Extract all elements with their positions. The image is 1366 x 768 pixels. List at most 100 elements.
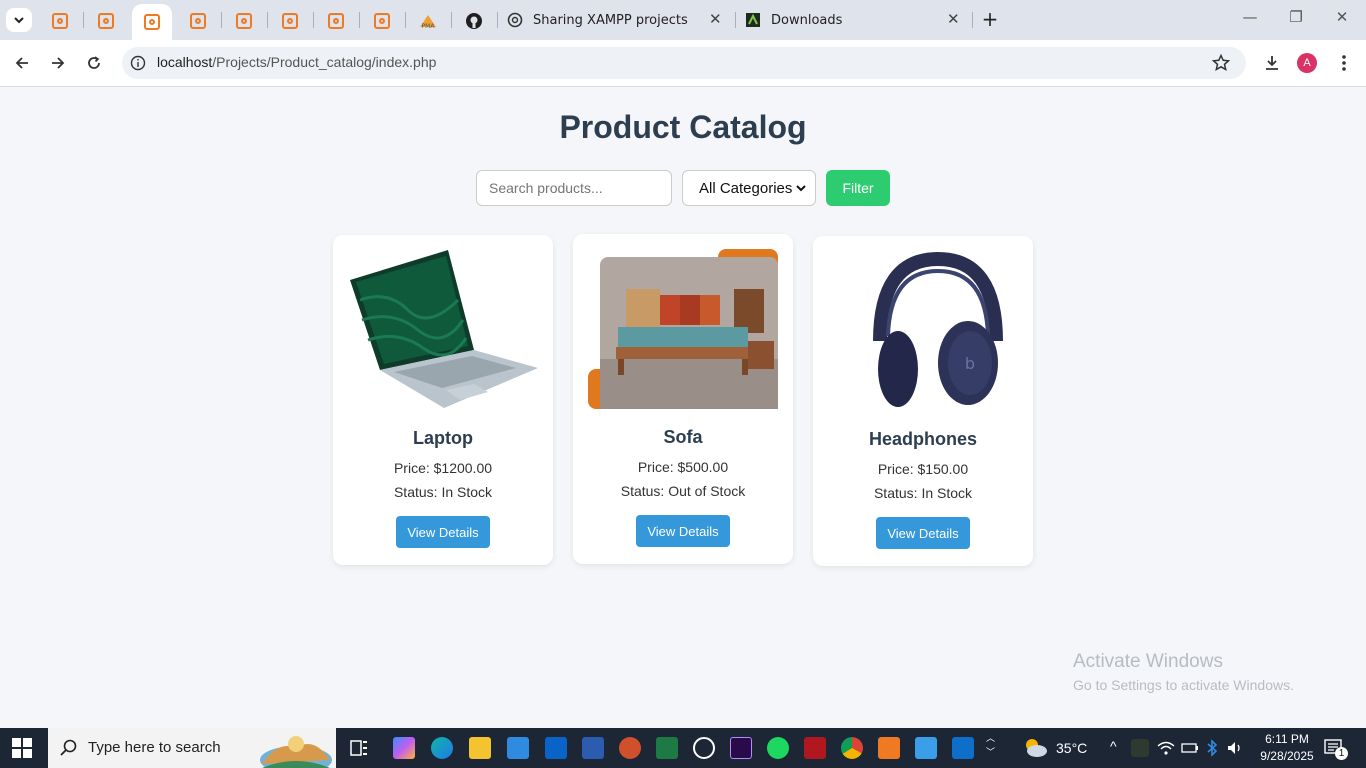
product-price: Price: $500.00	[637, 459, 729, 475]
copilot-icon[interactable]	[393, 737, 415, 759]
bluetooth-icon[interactable]	[1206, 739, 1218, 757]
pinned-tab-xampp-4[interactable]	[178, 4, 218, 38]
notification-center-button[interactable]: 1	[1324, 738, 1348, 762]
search-input[interactable]	[476, 170, 672, 206]
weather-temperature[interactable]: 35°C	[1056, 740, 1087, 756]
powerpoint-icon[interactable]	[619, 737, 641, 759]
chevron-up-icon: ︿	[986, 734, 996, 744]
category-select[interactable]: All Categories	[682, 170, 816, 206]
product-status: Status: In Stock	[393, 484, 493, 500]
file-explorer-icon[interactable]	[469, 737, 491, 759]
tab-sharing-xampp[interactable]: Sharing XAMPP projects ✕	[507, 4, 727, 36]
task-view-icon	[350, 740, 367, 756]
windows-logo-icon	[12, 738, 32, 758]
watermark-subtitle: Go to Settings to activate Windows.	[1073, 677, 1294, 693]
volume-icon[interactable]	[1226, 740, 1244, 756]
page-content: Product Catalog All Categories Filter La…	[0, 87, 1366, 728]
taskbar-scroll[interactable]: ︿ ﹀	[986, 732, 995, 760]
chrome-icon[interactable]	[841, 737, 863, 759]
xampp-icon	[282, 13, 298, 29]
bookmark-star-icon[interactable]	[1212, 54, 1230, 72]
view-details-button[interactable]: View Details	[636, 515, 730, 547]
product-status: Status: Out of Stock	[620, 483, 746, 499]
start-button[interactable]	[12, 738, 32, 762]
tab-divider	[313, 12, 314, 28]
clock-date: 9/28/2025	[1260, 749, 1314, 763]
pinned-tab-xampp-7[interactable]	[316, 4, 356, 38]
tab-downloads[interactable]: Downloads ✕	[745, 4, 965, 36]
svg-text:PMA: PMA	[422, 23, 436, 29]
pinned-tab-xampp-active[interactable]	[132, 4, 172, 40]
filezilla-icon[interactable]	[804, 737, 826, 759]
pinned-tab-xampp-6[interactable]	[270, 4, 310, 38]
new-tab-button[interactable]: +	[970, 7, 1010, 31]
photos-icon[interactable]	[915, 737, 937, 759]
view-details-button[interactable]: View Details	[876, 517, 970, 549]
edge-icon[interactable]	[431, 737, 453, 759]
battery-icon[interactable]	[1181, 741, 1199, 755]
watermark-title: Activate Windows	[1073, 651, 1223, 672]
filter-button[interactable]: Filter	[826, 170, 890, 206]
microsoft-store-icon[interactable]	[507, 737, 529, 759]
arrow-left-icon	[15, 57, 28, 69]
wifi-icon[interactable]	[1157, 740, 1175, 756]
xampp-icon	[374, 13, 390, 29]
pinned-tab-xampp-8[interactable]	[362, 4, 402, 38]
excel-icon[interactable]	[656, 737, 678, 759]
xampp-icon	[236, 13, 252, 29]
word-icon[interactable]	[582, 737, 604, 759]
vscode-icon[interactable]	[952, 737, 974, 759]
whatsapp-icon[interactable]	[693, 737, 715, 759]
close-window-button[interactable]: ✕	[1322, 8, 1362, 26]
taskbar-search-box[interactable]: Type here to search	[48, 728, 336, 768]
premiere-pro-icon[interactable]	[730, 737, 752, 759]
close-icon[interactable]: ✕	[709, 10, 722, 28]
xampp-icon	[144, 14, 160, 30]
close-icon[interactable]: ✕	[947, 10, 960, 28]
restore-button[interactable]: ❐	[1276, 8, 1316, 26]
product-price: Price: $1200.00	[393, 460, 493, 476]
url-text: localhost/Projects/Product_catalog/index…	[157, 54, 436, 70]
downloads-button[interactable]	[1260, 51, 1284, 75]
kebab-menu-icon	[1342, 55, 1346, 71]
pinned-tab-github[interactable]	[454, 4, 494, 38]
pinned-tab-xampp-2[interactable]	[86, 4, 126, 38]
app-tray-icon[interactable]	[1131, 739, 1149, 757]
headphones-image: b	[873, 251, 1003, 407]
outlook-icon[interactable]	[545, 737, 567, 759]
reload-icon	[88, 56, 100, 69]
plus-icon: +	[981, 7, 999, 31]
xampp-taskbar-icon[interactable]	[878, 737, 900, 759]
back-button[interactable]	[10, 51, 34, 75]
pinned-tab-xampp-1[interactable]	[40, 4, 80, 38]
chevron-down-icon: ﹀	[986, 748, 996, 758]
minimize-button[interactable]: —	[1230, 8, 1270, 26]
profile-avatar[interactable]: A	[1297, 53, 1317, 73]
search-icon	[60, 739, 77, 756]
xampp-icon	[190, 13, 206, 29]
product-name: Laptop	[413, 428, 473, 448]
pinned-tab-phpmyadmin[interactable]: PMA	[408, 4, 448, 38]
download-icon	[1266, 56, 1278, 70]
site-info-icon[interactable]	[130, 55, 146, 71]
menu-button[interactable]	[1332, 51, 1356, 75]
tab-title: Sharing XAMPP projects	[533, 12, 688, 28]
spotify-icon[interactable]	[767, 737, 789, 759]
show-hidden-icons-button[interactable]: ^	[1110, 738, 1117, 754]
address-bar[interactable]: localhost/Projects/Product_catalog/index…	[122, 47, 1246, 79]
close-icon: ✕	[1335, 8, 1349, 26]
page-title: Product Catalog	[559, 109, 807, 145]
reload-button[interactable]	[82, 51, 106, 75]
clock-time: 6:11 PM	[1265, 732, 1309, 746]
task-view-button[interactable]	[349, 738, 369, 762]
tab-divider	[221, 12, 222, 28]
phpmyadmin-icon: PMA	[420, 15, 436, 29]
chevron-down-icon	[796, 185, 806, 192]
forward-button[interactable]	[46, 51, 70, 75]
product-card-sofa: Sofa Price: $500.00 Status: Out of Stock…	[573, 234, 793, 564]
svg-text:b: b	[965, 354, 975, 373]
view-details-button[interactable]: View Details	[396, 516, 490, 548]
product-card-headphones: b Headphones Price: $150.00 Status: In S…	[813, 236, 1033, 566]
tab-search-button[interactable]	[6, 8, 32, 32]
pinned-tab-xampp-5[interactable]	[224, 4, 264, 38]
